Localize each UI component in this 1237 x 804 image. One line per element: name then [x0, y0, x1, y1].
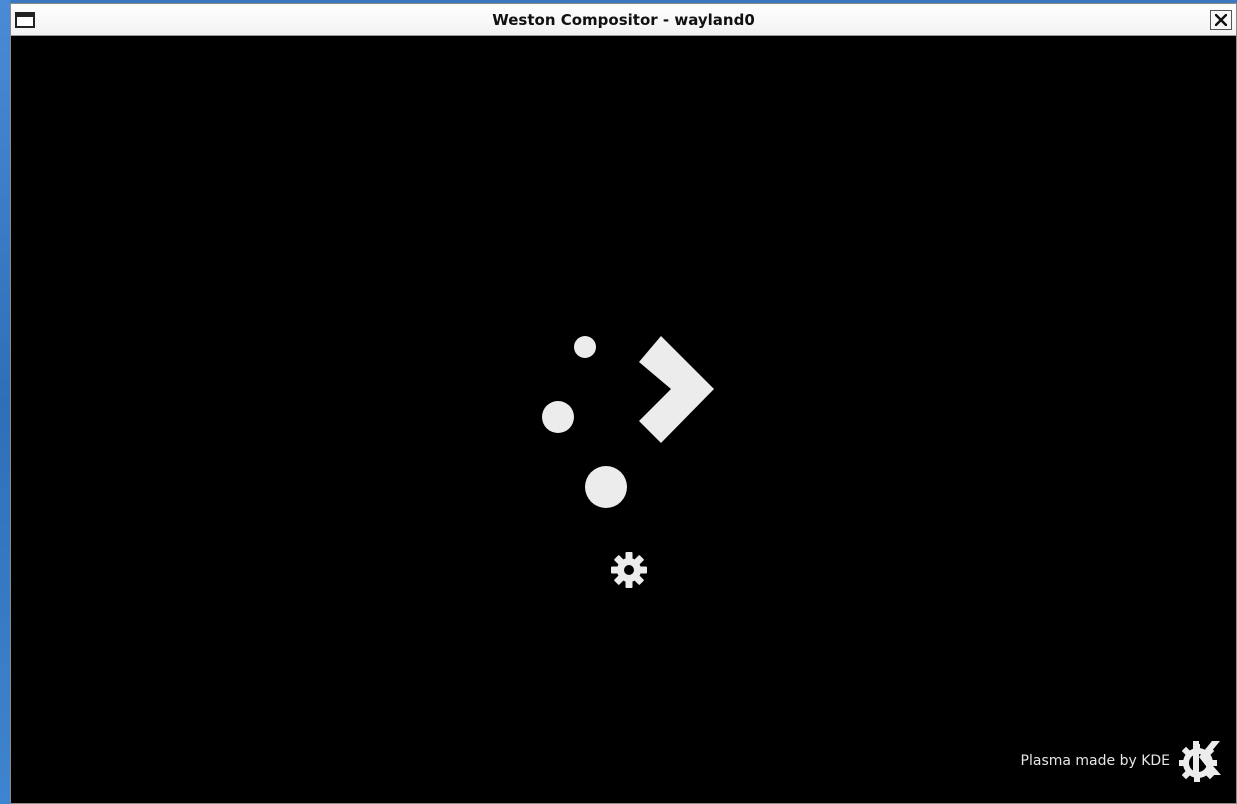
gear-icon [611, 552, 647, 588]
close-button[interactable] [1210, 10, 1232, 30]
close-icon [1215, 14, 1227, 26]
splash-screen: Plasma made by KDE [16, 36, 1236, 803]
kde-footer: Plasma made by KDE [1021, 739, 1222, 783]
footer-text: Plasma made by KDE [1020, 753, 1170, 769]
window-titlebar[interactable]: Weston Compositor - wayland0 [11, 4, 1236, 36]
kde-logo-icon [1179, 741, 1221, 782]
desktop-background [0, 0, 10, 804]
window-title: Weston Compositor - wayland0 [492, 11, 755, 29]
plasma-logo-icon [542, 336, 714, 508]
weston-window: Weston Compositor - wayland0 Plasma made… [10, 3, 1237, 804]
